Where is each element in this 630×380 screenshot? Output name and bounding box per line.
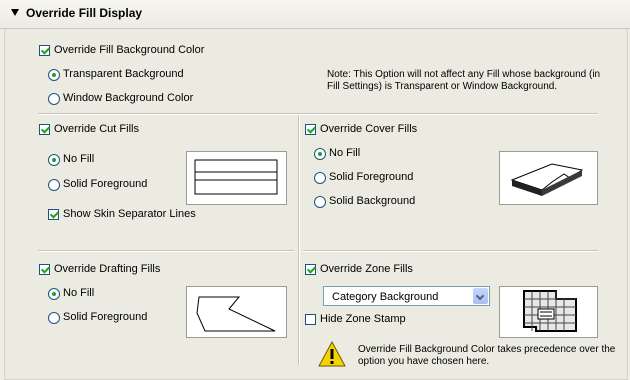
panel-title: Override Fill Display	[26, 6, 143, 20]
override-cover-fills-label[interactable]: Override Cover Fills	[320, 123, 417, 135]
override-zone-fills-label[interactable]: Override Zone Fills	[320, 263, 413, 275]
cut-solid-foreground-label[interactable]: Solid Foreground	[63, 178, 147, 190]
override-background-checkbox[interactable]	[39, 45, 50, 56]
cover-no-fill-label[interactable]: No Fill	[329, 147, 360, 159]
cover-solid-foreground-radio[interactable]	[314, 172, 326, 184]
divider	[38, 113, 598, 115]
override-zone-fills-checkbox[interactable]	[305, 264, 316, 275]
cover-solid-background-radio[interactable]	[314, 196, 326, 208]
collapse-triangle-icon[interactable]	[11, 9, 19, 16]
zone-fill-preview-icon	[523, 290, 577, 332]
cover-solid-foreground-label[interactable]: Solid Foreground	[329, 171, 413, 183]
panel-header[interactable]: Override Fill Display	[0, 0, 630, 29]
cover-fill-preview	[499, 151, 598, 205]
drafting-solid-foreground-radio[interactable]	[48, 312, 60, 324]
override-drafting-fills-label[interactable]: Override Drafting Fills	[54, 263, 160, 275]
transparent-background-label[interactable]: Transparent Background	[63, 68, 184, 80]
drafting-fill-preview-icon	[196, 296, 276, 332]
cut-fill-preview-icon	[194, 159, 278, 195]
divider	[38, 250, 294, 252]
drafting-fill-preview	[186, 286, 287, 338]
override-cover-fills-checkbox[interactable]	[305, 124, 316, 135]
cut-solid-foreground-radio[interactable]	[48, 179, 60, 191]
warning-icon	[318, 340, 346, 368]
drafting-solid-foreground-label[interactable]: Solid Foreground	[63, 311, 147, 323]
chevron-down-icon[interactable]	[473, 288, 488, 304]
skin-separator-checkbox[interactable]	[48, 209, 59, 220]
window-background-radio[interactable]	[48, 93, 60, 105]
cut-no-fill-radio[interactable]	[48, 154, 60, 166]
background-note: Note: This Option will not affect any Fi…	[327, 69, 601, 92]
cut-no-fill-label[interactable]: No Fill	[63, 153, 94, 165]
zone-fill-dropdown[interactable]: Category Background	[323, 286, 490, 306]
override-drafting-fills-checkbox[interactable]	[39, 264, 50, 275]
transparent-background-radio[interactable]	[48, 69, 60, 81]
divider	[303, 250, 598, 252]
hide-zone-stamp-label[interactable]: Hide Zone Stamp	[320, 313, 406, 325]
zone-fill-dropdown-value: Category Background	[332, 291, 439, 303]
drafting-no-fill-label[interactable]: No Fill	[63, 287, 94, 299]
cover-solid-background-label[interactable]: Solid Background	[329, 195, 415, 207]
drafting-no-fill-radio[interactable]	[48, 288, 60, 300]
cut-fill-preview	[186, 151, 287, 205]
zone-fill-preview	[499, 286, 598, 338]
window-background-label[interactable]: Window Background Color	[63, 92, 193, 104]
override-cut-fills-label[interactable]: Override Cut Fills	[54, 123, 139, 135]
hide-zone-stamp-checkbox[interactable]	[305, 314, 316, 325]
zone-warning-text: Override Fill Background Color takes pre…	[358, 344, 616, 367]
override-cut-fills-checkbox[interactable]	[39, 124, 50, 135]
cover-no-fill-radio[interactable]	[314, 148, 326, 160]
cover-fill-preview-icon	[510, 163, 584, 196]
override-background-label[interactable]: Override Fill Background Color	[54, 44, 204, 56]
vertical-divider	[298, 115, 300, 365]
skin-separator-label[interactable]: Show Skin Separator Lines	[63, 208, 196, 220]
